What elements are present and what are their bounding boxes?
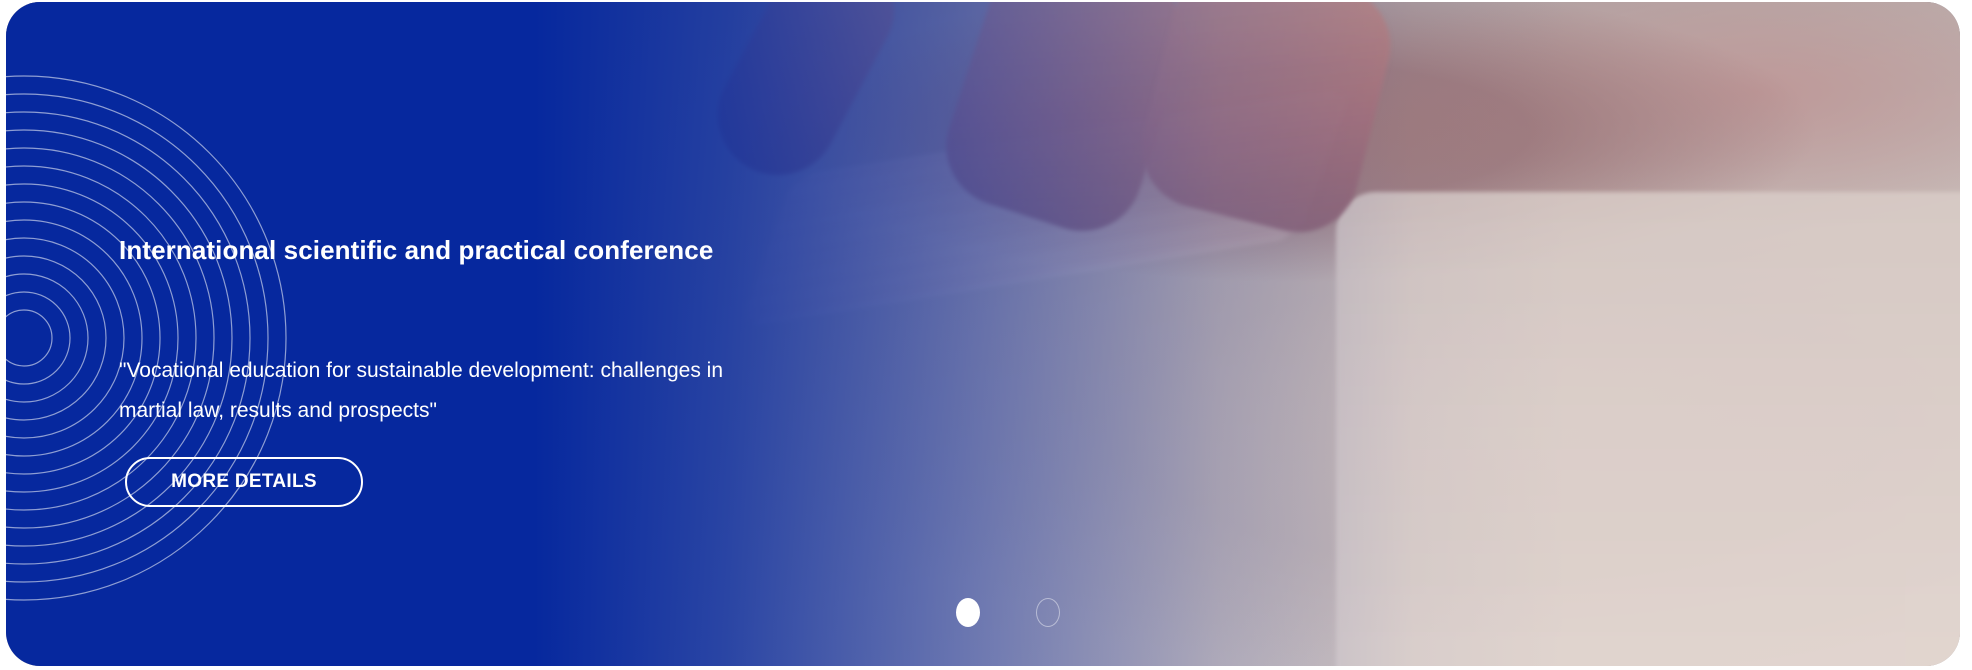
ring-line	[6, 291, 71, 385]
ring-line	[6, 75, 287, 601]
slide-subtitle: "Vocational education for sustainable de…	[119, 359, 724, 422]
concentric-rings-icon	[6, 75, 287, 601]
slider-dot-2[interactable]	[1036, 598, 1060, 627]
slider-pagination	[956, 598, 1060, 627]
ring-line	[6, 309, 53, 367]
slide-title: International scientific and practical c…	[119, 235, 714, 265]
more-details-button[interactable]: MORE DETAILS	[125, 457, 363, 507]
slider-dot-1[interactable]	[956, 598, 980, 627]
ring-line	[6, 255, 107, 421]
ring-line	[6, 183, 179, 493]
ring-line	[6, 273, 89, 403]
hero-slider: International scientific and practical c…	[6, 2, 1960, 666]
